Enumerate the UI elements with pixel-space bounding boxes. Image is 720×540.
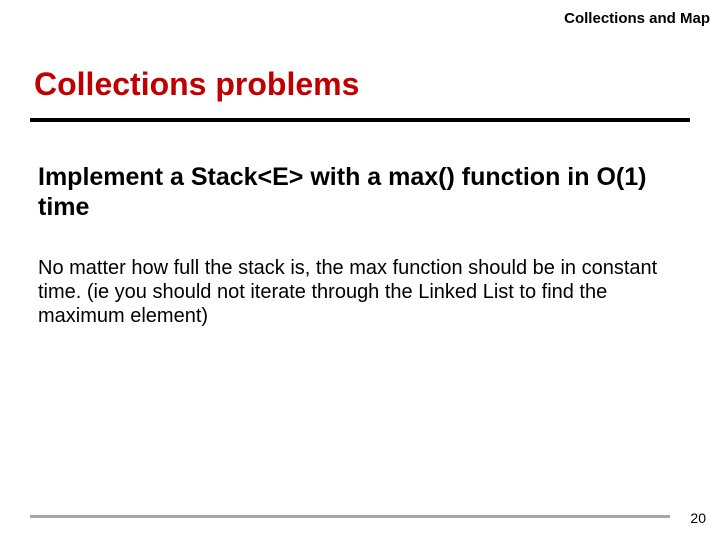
header-topic: Collections and Map [564,10,710,27]
problem-body: No matter how full the stack is, the max… [38,256,668,328]
problem-heading: Implement a Stack<E> with a max() functi… [38,162,658,222]
page-number: 20 [690,510,706,526]
footer-divider [30,515,670,518]
slide-title: Collections problems [34,66,359,103]
slide: Collections and Map Collections problems… [0,0,720,540]
title-divider [30,118,690,122]
